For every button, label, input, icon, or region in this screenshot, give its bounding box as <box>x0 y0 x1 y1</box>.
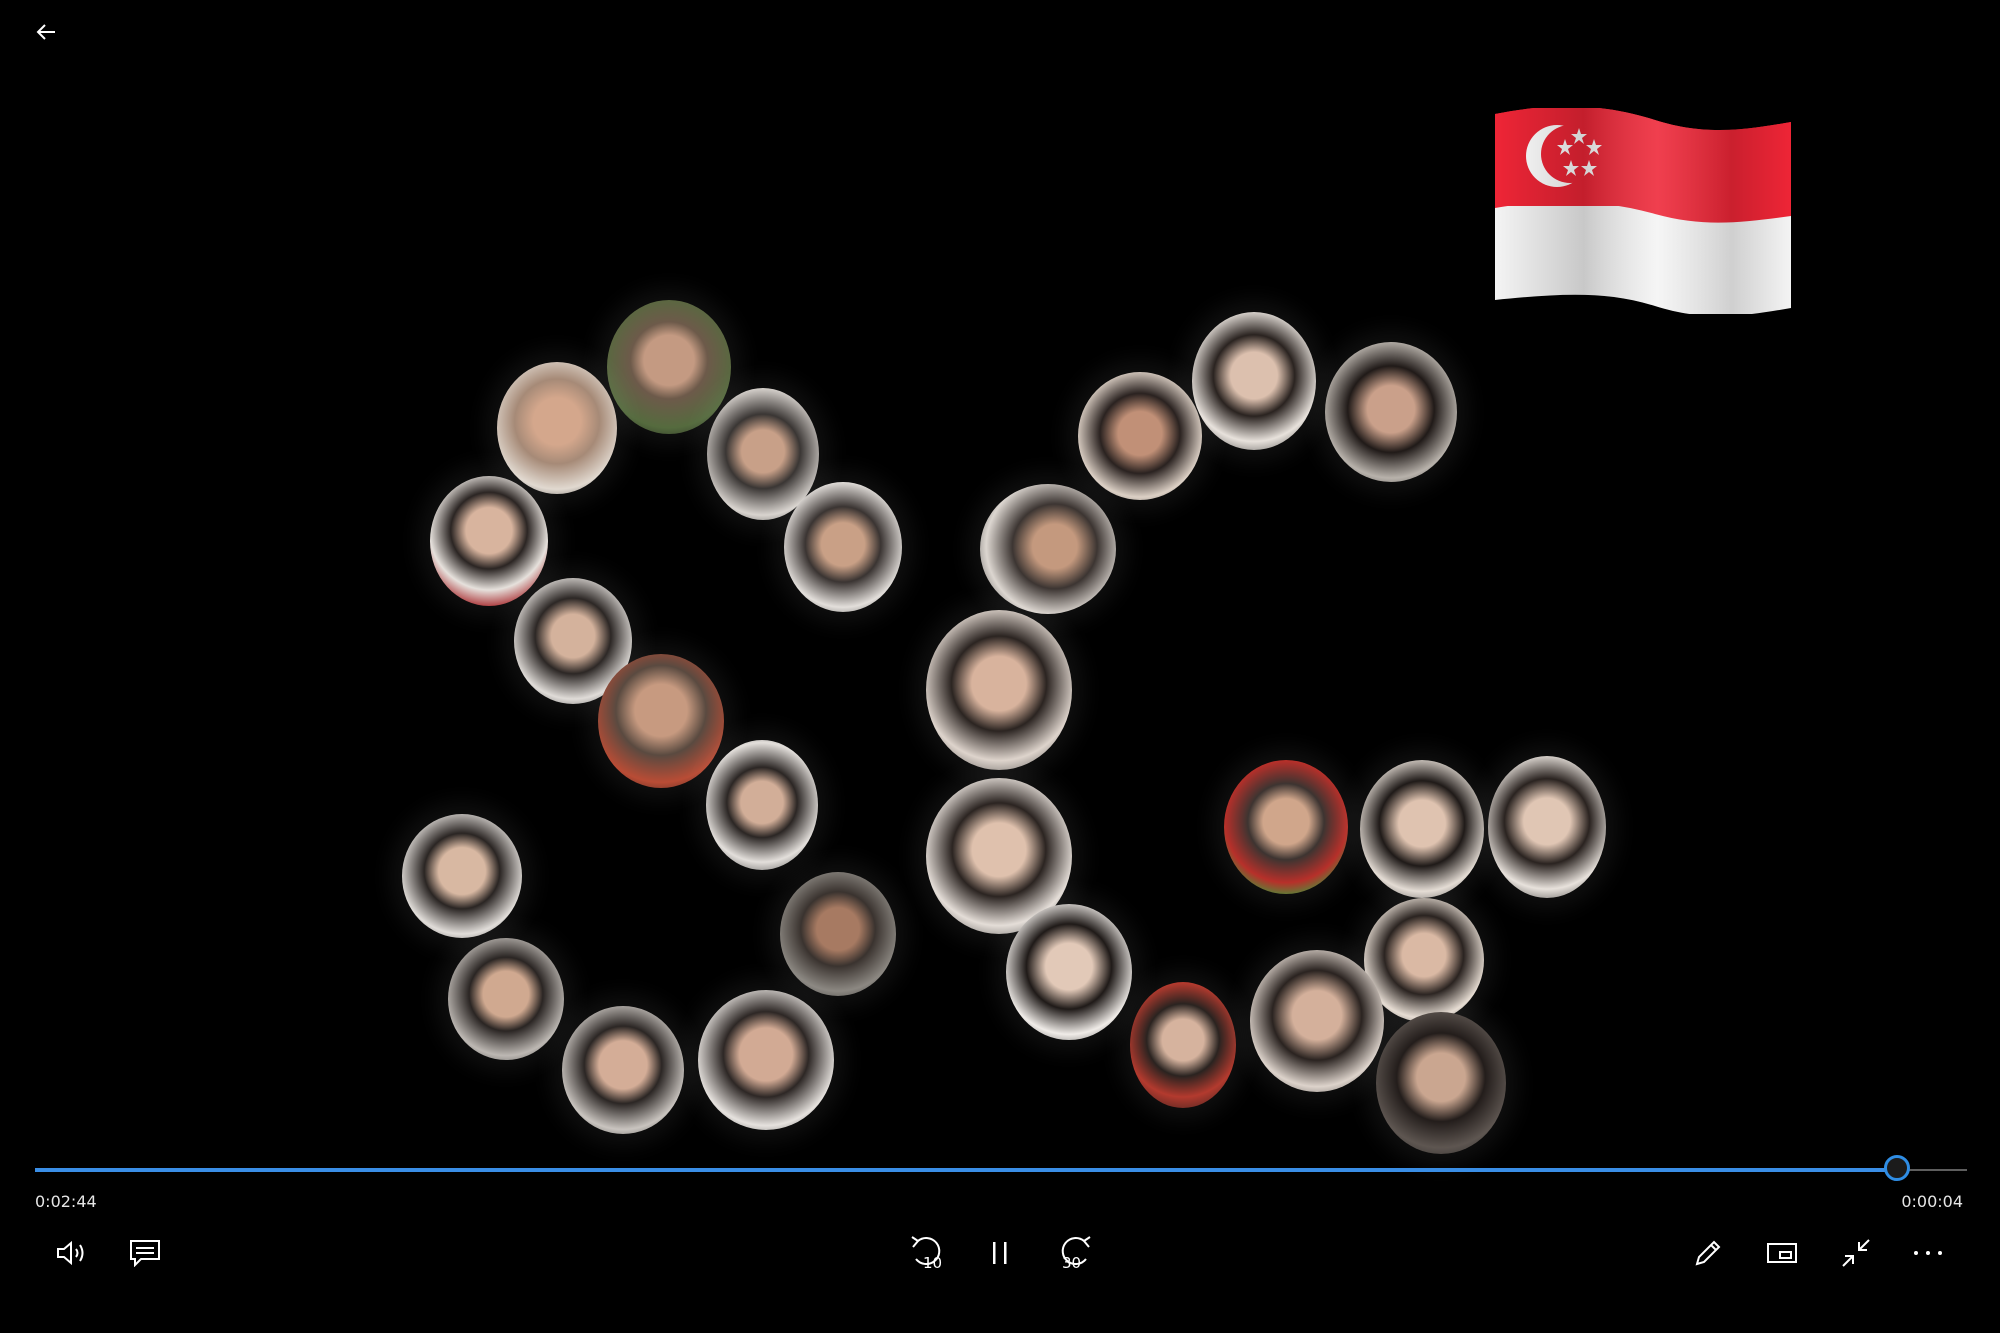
exit-fullscreen-button[interactable] <box>1826 1228 1886 1278</box>
participant-video <box>1224 760 1348 894</box>
exit-fullscreen-icon <box>1842 1239 1870 1267</box>
participant-video <box>448 938 564 1060</box>
participant-video <box>980 484 1116 614</box>
captions-icon <box>130 1240 160 1267</box>
captions-button[interactable] <box>115 1228 175 1278</box>
participant-video <box>1360 760 1484 898</box>
participant-video <box>1192 312 1316 450</box>
participant-video <box>1325 342 1457 482</box>
participant-video <box>598 654 724 788</box>
pause-icon <box>993 1242 1007 1264</box>
pause-button[interactable] <box>970 1228 1030 1278</box>
volume-icon <box>57 1240 84 1266</box>
seek-progress <box>35 1168 1898 1172</box>
mini-view-icon <box>1767 1243 1797 1263</box>
participant-video <box>562 1006 684 1134</box>
edit-button[interactable] <box>1678 1228 1738 1278</box>
participant-video <box>1078 372 1202 500</box>
seek-thumb[interactable] <box>1884 1155 1911 1181</box>
skip-back-label: 10 <box>923 1254 943 1272</box>
singapore-flag <box>1495 108 1791 314</box>
participant-video <box>1376 1012 1506 1154</box>
participant-video <box>926 610 1072 770</box>
participant-video <box>607 300 731 434</box>
participant-video <box>1006 904 1132 1040</box>
volume-button[interactable] <box>42 1228 102 1278</box>
mini-view-button[interactable] <box>1752 1228 1812 1278</box>
participant-video <box>706 740 818 870</box>
participant-video <box>497 362 617 494</box>
more-button[interactable] <box>1898 1228 1958 1278</box>
participant-video <box>1130 982 1236 1108</box>
participant-video <box>780 872 896 996</box>
remaining-time: 0:00:04 <box>1901 1192 1963 1211</box>
more-icon <box>1914 1251 1942 1255</box>
pen-icon <box>1695 1240 1721 1266</box>
participant-video <box>430 476 548 606</box>
participant-video <box>402 814 522 938</box>
skip-forward-button[interactable]: 30 <box>1044 1228 1104 1278</box>
video-frame[interactable] <box>0 0 2000 1154</box>
elapsed-time: 0:02:44 <box>35 1192 97 1211</box>
participant-video <box>784 482 902 612</box>
skip-forward-label: 30 <box>1062 1254 1082 1272</box>
seek-bar[interactable] <box>35 1155 1967 1181</box>
participant-video <box>698 990 834 1130</box>
participant-video <box>1250 950 1384 1092</box>
participant-video <box>1488 756 1606 898</box>
skip-back-button[interactable]: 10 <box>898 1228 958 1278</box>
